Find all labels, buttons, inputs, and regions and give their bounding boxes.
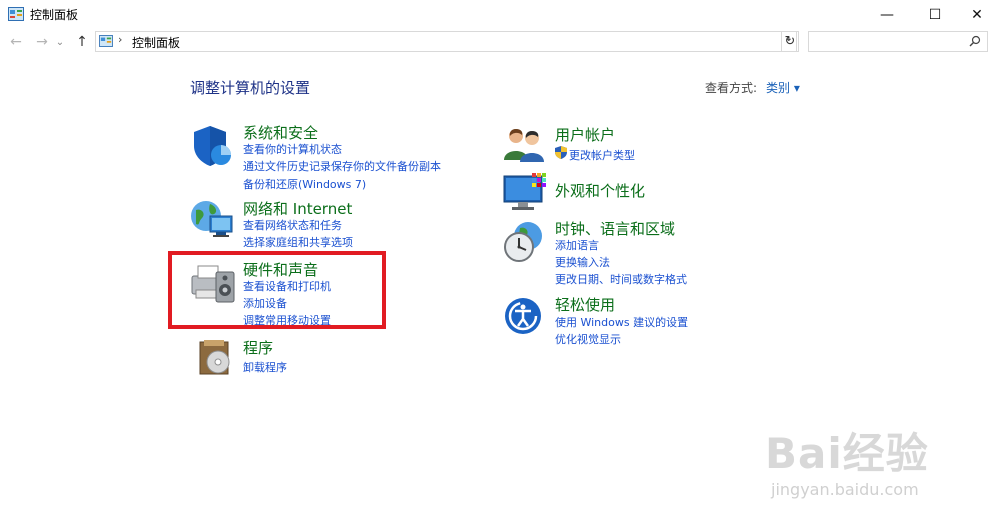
shield-icon[interactable] — [190, 124, 234, 168]
program-disc-icon[interactable] — [196, 338, 236, 378]
close-button[interactable]: ✕ — [954, 0, 1000, 29]
category-clock-language-region[interactable]: 时钟、语言和区域 — [555, 218, 675, 239]
window-title: 控制面板 — [30, 8, 79, 22]
link-backup-restore[interactable]: 备份和还原(Windows 7) — [243, 176, 366, 192]
ease-of-access-icon[interactable] — [503, 296, 543, 336]
minimize-button[interactable]: — — [864, 0, 910, 29]
category-ease-of-access[interactable]: 轻松使用 — [555, 294, 615, 315]
breadcrumb-separator[interactable]: › — [118, 33, 122, 46]
link-change-input-method[interactable]: 更换输入法 — [555, 254, 610, 270]
link-uninstall-program[interactable]: 卸载程序 — [243, 359, 287, 375]
link-file-history-backup[interactable]: 通过文件历史记录保存你的文件备份副本 — [243, 158, 441, 174]
link-add-language[interactable]: 添加语言 — [555, 237, 599, 253]
link-network-status[interactable]: 查看网络状态和任务 — [243, 217, 342, 233]
monitor-palette-icon[interactable] — [502, 172, 548, 214]
search-input[interactable] — [811, 33, 965, 51]
category-programs[interactable]: 程序 — [243, 337, 273, 358]
address-bar[interactable]: › 控制面板 ⌄ — [95, 31, 797, 52]
link-change-account-type[interactable]: 更改帐户类型 — [569, 147, 635, 163]
users-icon[interactable] — [503, 126, 547, 162]
clock-globe-icon[interactable] — [502, 220, 546, 264]
link-date-time-format[interactable]: 更改日期、时间或数字格式 — [555, 271, 687, 287]
recent-locations-button[interactable]: ⌄ — [54, 32, 66, 52]
category-appearance[interactable]: 外观和个性化 — [555, 180, 645, 201]
watermark-brand: Bai经验 — [765, 429, 929, 478]
up-button[interactable]: ↑ — [72, 32, 92, 52]
baidu-watermark: Bai经验 jingyan.baidu.com — [765, 420, 995, 520]
link-optimize-visual-display[interactable]: 优化视觉显示 — [555, 331, 621, 347]
link-homegroup-sharing[interactable]: 选择家庭组和共享选项 — [243, 234, 353, 250]
refresh-button[interactable]: ↻ — [781, 31, 799, 52]
title-bar: 控制面板 — ☐ ✕ — [0, 0, 1000, 29]
view-by-label: 查看方式: — [705, 81, 758, 95]
maximize-button[interactable]: ☐ — [912, 0, 958, 29]
network-globe-icon[interactable] — [188, 198, 236, 242]
control-panel-icon — [8, 7, 24, 21]
breadcrumb-control-panel[interactable]: 控制面板 — [132, 34, 180, 51]
forward-button[interactable]: → — [32, 32, 52, 52]
link-windows-recommended-settings[interactable]: 使用 Windows 建议的设置 — [555, 314, 688, 330]
control-panel-icon — [99, 35, 113, 47]
navigation-bar: ← → ⌄ ↑ › 控制面板 ⌄ ↻ — [0, 29, 1000, 56]
search-icon[interactable] — [969, 35, 981, 47]
highlight-box — [168, 251, 386, 329]
category-user-accounts[interactable]: 用户帐户 — [555, 124, 615, 145]
link-view-computer-status[interactable]: 查看你的计算机状态 — [243, 141, 342, 157]
category-network-internet[interactable]: 网络和 Internet — [243, 198, 352, 219]
page-title: 调整计算机的设置 — [190, 79, 311, 97]
uac-shield-icon — [555, 146, 567, 159]
back-button[interactable]: ← — [6, 32, 26, 52]
category-system-security[interactable]: 系统和安全 — [243, 122, 318, 143]
search-box[interactable] — [808, 31, 988, 52]
watermark-url: jingyan.baidu.com — [771, 480, 919, 499]
view-by-dropdown[interactable]: 类别 ▾ — [766, 79, 800, 96]
